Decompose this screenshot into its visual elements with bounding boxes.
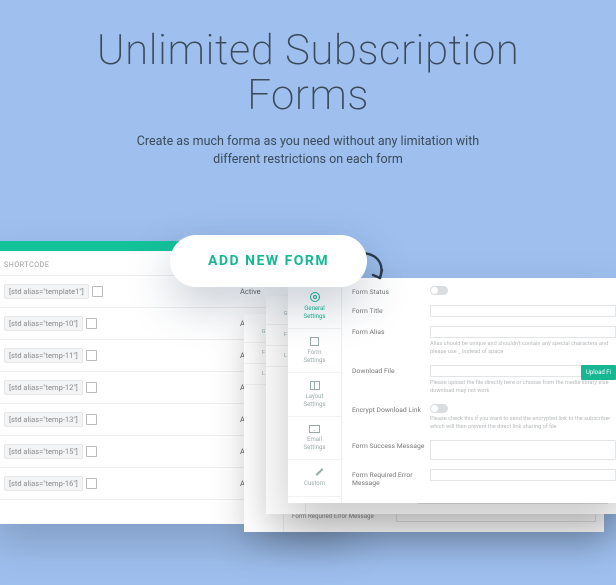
pencil-icon [310,468,319,477]
encrypt-link-toggle[interactable] [430,404,448,413]
copy-icon[interactable] [87,319,96,328]
form-alias-input[interactable] [430,326,616,338]
form-detail-panel: General Settings Form Settings Layout Se… [288,278,616,503]
sub-line2: different restrictions on each form [213,152,403,167]
shortcode-tag: [std alias="temp-15"] [4,444,83,459]
form-title-input[interactable] [430,305,616,317]
help-text: Please check this if you want to send th… [430,416,616,431]
field-label: Download File [352,365,430,375]
help-text: Alias should be unique and shouldn't con… [430,341,616,356]
copy-icon[interactable] [87,479,96,488]
tab-label: Email Settings [304,436,326,451]
copy-icon[interactable] [93,287,102,296]
layout-icon [310,381,320,390]
field-label: Form Required Error Message [352,469,430,487]
field-label: Encrypt Download Link [352,404,430,414]
tab-general-settings[interactable]: General Settings [288,284,341,329]
form-icon [310,337,319,346]
tab-layout-settings[interactable]: Layout Settings [288,373,341,417]
form-status-toggle[interactable] [430,286,448,295]
copy-icon[interactable] [87,415,96,424]
add-new-form-button[interactable]: ADD NEW FORM [170,235,367,287]
add-new-form-label: ADD NEW FORM [208,253,329,269]
page-subtitle: Create as much forma as you need without… [0,133,616,171]
help-text: Please upload the file directly here or … [430,380,616,395]
title-line2: Forms [247,71,369,120]
shortcode-tag: [std alias="temp-11"] [4,348,83,363]
gear-icon [310,292,320,302]
shortcode-tag: [std alias="template1"] [4,284,89,299]
shortcode-tag: [std alias="temp-13"] [4,412,83,427]
shortcode-tag: [std alias="temp-12"] [4,380,83,395]
sub-line1: Create as much forma as you need without… [137,134,479,149]
copy-icon[interactable] [87,447,96,456]
shortcode-tag: [std alias="temp-16"] [4,476,83,491]
tab-label: General Settings [304,305,326,320]
shortcode-tag: [std alias="temp-10"] [4,316,83,331]
field-label: Form Alias [352,326,430,336]
required-error-input[interactable] [430,469,616,481]
tab-label: Layout Settings [304,393,326,408]
success-message-input[interactable] [430,440,616,460]
tab-label: Custom [304,480,325,487]
title-line1: Unlimited Subscription [97,26,520,75]
tab-label: Form Settings [304,349,326,364]
copy-icon[interactable] [87,351,96,360]
field-label: Form Success Message [352,440,430,450]
detail-body: Form Status Form Title Form Alias Alias … [342,278,616,503]
tab-custom[interactable]: Custom [288,460,341,497]
upload-file-button[interactable]: Upload Fi [581,365,616,380]
copy-icon[interactable] [87,383,96,392]
mail-icon [309,425,320,433]
detail-tabs: General Settings Form Settings Layout Se… [288,278,342,503]
tab-form-settings[interactable]: Form Settings [288,329,341,373]
field-label: Form Title [352,305,430,315]
tab-email-settings[interactable]: Email Settings [288,417,341,460]
page-title: Unlimited Subscription Forms [0,28,616,119]
